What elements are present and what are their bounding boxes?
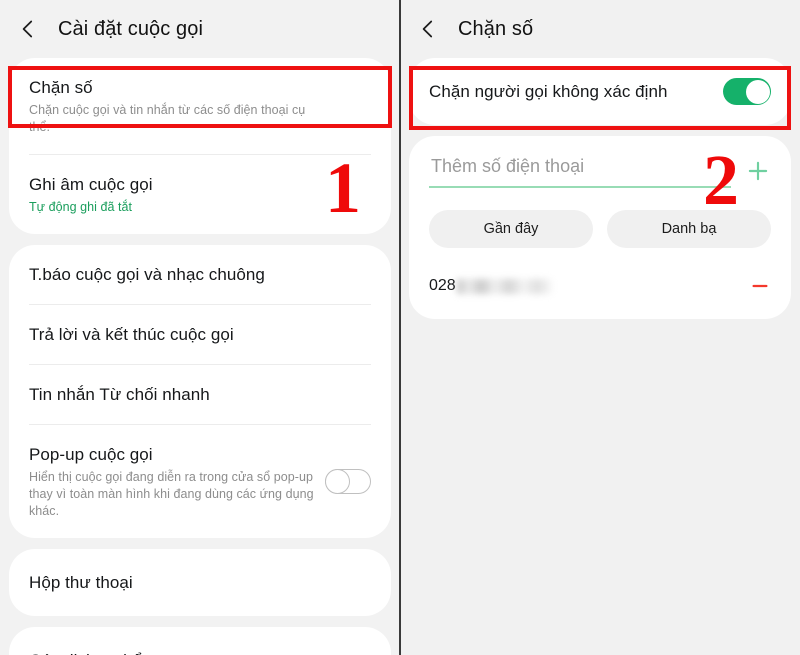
source-chip-group: Gần đây Danh bạ [409, 210, 791, 268]
call-settings-screen: Cài đặt cuộc gọi Chặn số Chặn cuộc gọi v… [0, 0, 400, 655]
list-item-subtitle: Chặn cuộc gọi và tin nhắn từ các số điện… [29, 103, 306, 134]
list-item-title: Hộp thư thoại [29, 573, 133, 592]
list-item-subtitle: Hiển thị cuộc gọi đang diễn ra trong cửa… [29, 470, 314, 518]
block-unknown-callers-label: Chặn người gọi không xác định [429, 82, 668, 101]
blocked-number-row[interactable]: 028 [409, 268, 791, 319]
sidebar-item-voicemail[interactable]: Hộp thư thoại [9, 549, 391, 616]
right-appbar: Chặn số [400, 0, 800, 58]
blocked-numbers-card: Gần đây Danh bạ 028 [409, 136, 791, 319]
settings-group-4: Các dịch vụ bổ sung Cài đặt cuộc gọi của… [9, 627, 391, 655]
dual-screenshot-container: Cài đặt cuộc gọi Chặn số Chặn cuộc gọi v… [0, 0, 800, 655]
list-item-title: Chặn số [29, 78, 93, 97]
screen-separator [399, 0, 401, 655]
blocked-number-value: 028 [429, 277, 552, 295]
list-item-title: Ghi âm cuộc gọi [29, 175, 153, 194]
blurred-number-mask [456, 278, 552, 294]
blocked-number-prefix: 028 [429, 277, 456, 294]
settings-group-1: Chặn số Chặn cuộc gọi và tin nhắn từ các… [9, 58, 391, 234]
call-popup-toggle[interactable] [325, 469, 371, 494]
block-unknown-callers-row[interactable]: Chặn người gọi không xác định [409, 58, 791, 125]
sidebar-item-call-popup[interactable]: Pop-up cuộc gọi Hiển thị cuộc gọi đang d… [9, 425, 391, 538]
left-appbar: Cài đặt cuộc gọi [0, 0, 400, 58]
block-numbers-screen: Chặn số Chặn người gọi không xác định Gầ… [400, 0, 800, 655]
plus-icon[interactable] [745, 158, 771, 184]
page-title: Chặn số [458, 17, 534, 40]
chevron-left-icon[interactable] [417, 18, 439, 40]
list-item-title: Các dịch vụ bổ sung [29, 649, 371, 655]
list-item-title: Tin nhắn Từ chối nhanh [29, 385, 210, 404]
list-item-title: Trả lời và kết thúc cuộc gọi [29, 325, 234, 344]
add-number-section [409, 136, 791, 210]
sidebar-item-quick-decline-messages[interactable]: Tin nhắn Từ chối nhanh [9, 365, 391, 424]
sidebar-item-answer-end-calls[interactable]: Trả lời và kết thúc cuộc gọi [9, 305, 391, 364]
list-item-title: T.báo cuộc gọi và nhạc chuông [29, 265, 265, 284]
sidebar-item-block-numbers[interactable]: Chặn số Chặn cuộc gọi và tin nhắn từ các… [9, 58, 391, 154]
chevron-left-icon[interactable] [17, 18, 39, 40]
block-unknown-callers-card: Chặn người gọi không xác định [409, 58, 791, 125]
settings-group-3: Hộp thư thoại [9, 549, 391, 616]
block-unknown-callers-toggle[interactable] [723, 78, 771, 105]
sidebar-item-call-alerts[interactable]: T.báo cuộc gọi và nhạc chuông [9, 245, 391, 304]
minus-icon[interactable] [749, 275, 771, 297]
sidebar-item-additional-services[interactable]: Các dịch vụ bổ sung [9, 627, 391, 655]
list-item-title: Pop-up cuộc gọi [29, 445, 153, 464]
settings-group-2: T.báo cuộc gọi và nhạc chuông Trả lời và… [9, 245, 391, 538]
list-item-subtitle: Tự động ghi đã tắt [29, 200, 133, 214]
page-title: Cài đặt cuộc gọi [58, 17, 204, 40]
chip-recent[interactable]: Gần đây [429, 210, 593, 248]
sidebar-item-call-recording[interactable]: Ghi âm cuộc gọi Tự động ghi đã tắt [9, 155, 391, 234]
chip-contacts[interactable]: Danh bạ [607, 210, 771, 248]
add-phone-number-input[interactable] [429, 156, 731, 188]
